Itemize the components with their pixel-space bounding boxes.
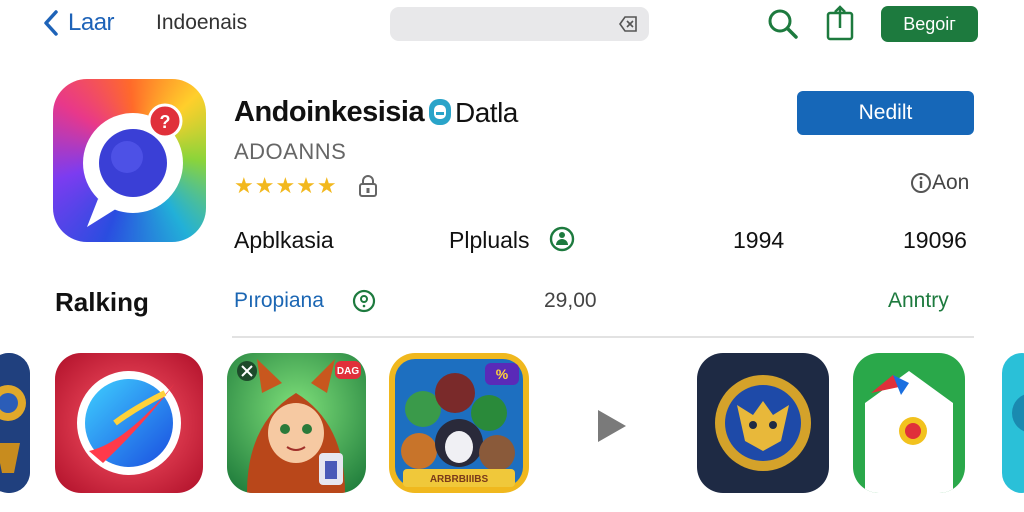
carousel-item[interactable]: DAG [227, 353, 366, 493]
tile-badge: % [496, 366, 509, 382]
gold-shield-game-icon [0, 353, 30, 493]
developer-name[interactable]: ADOANNS [234, 139, 346, 165]
svg-text:?: ? [160, 112, 171, 132]
tile-banner: ARBRBIIIBS [430, 474, 489, 485]
fox-character-game-icon: DAG [227, 353, 366, 493]
carousel-item[interactable] [853, 353, 965, 493]
stat-value: 19096 [903, 227, 967, 253]
carousel-item[interactable] [1002, 353, 1024, 493]
search-input[interactable] [390, 7, 649, 41]
android-icon [549, 226, 575, 252]
back-button[interactable]: Laar [40, 8, 115, 38]
play-icon[interactable] [596, 408, 628, 444]
chevron-left-icon [44, 10, 58, 36]
app-title: Andoinkesisia [234, 96, 425, 128]
popular-label: Plpluals [449, 227, 530, 253]
top-bar: Laar Indoenais Begoiг [0, 0, 1024, 50]
ranking-count: 29,00 [544, 289, 597, 312]
back-label: Laar [68, 9, 115, 36]
ranking-link[interactable]: Pıropiana [234, 289, 324, 313]
heroes-group-game-icon: % ARBRBIIIBS [389, 353, 529, 493]
breadcrumb[interactable]: Indoenais [156, 11, 247, 35]
cyan-game-icon [1002, 353, 1024, 493]
app-icon: ? [53, 79, 206, 242]
mask-emblem-game-icon [697, 353, 829, 493]
app-title-suffix: Datla [455, 97, 518, 128]
search-icon[interactable] [766, 7, 800, 41]
begin-button[interactable]: Begoiг [881, 6, 978, 42]
compass-app-icon [55, 353, 203, 493]
entry-button[interactable]: Anntry [888, 289, 949, 313]
carousel-item[interactable] [0, 353, 30, 493]
info-icon [911, 173, 931, 193]
tile-badge: DAG [337, 366, 359, 377]
divider [232, 336, 974, 338]
stat-value: 1994 [733, 227, 785, 253]
verified-badge-icon [429, 99, 451, 125]
star-rating: ★★★★★ [234, 173, 338, 198]
carousel-item[interactable] [55, 353, 203, 493]
help-icon[interactable] [352, 289, 376, 313]
install-button[interactable]: Nedilt [797, 91, 974, 135]
category-label: Apblkasia [234, 227, 334, 253]
lock-icon [359, 175, 377, 197]
section-title: Ralking [55, 287, 149, 317]
carousel-item[interactable]: % ARBRBIIIBS [389, 353, 529, 493]
carousel-item[interactable] [697, 353, 829, 493]
info-label: Aon [932, 171, 970, 194]
chat-bubble-icon: ? [83, 103, 183, 227]
map-app-icon [853, 353, 965, 493]
share-icon[interactable] [824, 4, 856, 42]
clear-icon[interactable] [617, 14, 639, 34]
